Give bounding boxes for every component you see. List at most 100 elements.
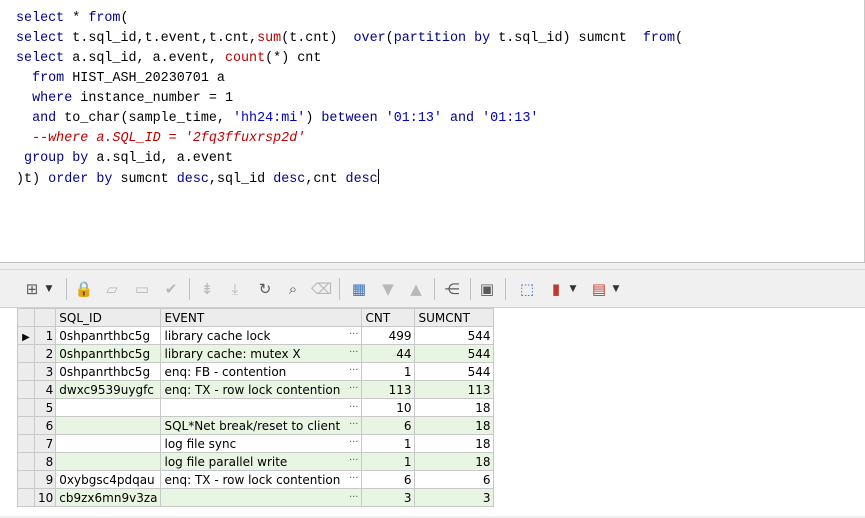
cell-sql-id[interactable]: dwxc9539uygfc bbox=[55, 380, 162, 399]
cell-sumcnt[interactable]: 18 bbox=[414, 434, 495, 453]
cell-event[interactable]: ··· library cache: mutex X bbox=[160, 344, 363, 363]
cell-event[interactable]: ··· library cache lock bbox=[160, 326, 363, 345]
cell-event[interactable]: ··· enq: FB - contention bbox=[160, 362, 363, 381]
chevron-down-icon[interactable]: ▼ bbox=[568, 279, 578, 299]
column-header-cnt[interactable]: CNT bbox=[361, 308, 416, 327]
insert-record-icon[interactable]: ▱ bbox=[102, 279, 122, 299]
cell-sumcnt[interactable]: 18 bbox=[414, 452, 495, 471]
fetch-next-icon[interactable]: ⇟ bbox=[197, 279, 217, 299]
cell-editor-button[interactable]: ··· bbox=[349, 419, 359, 430]
cell-editor-button[interactable]: ··· bbox=[349, 455, 359, 466]
cell-sql-id[interactable] bbox=[55, 452, 162, 471]
refresh-icon[interactable]: ↻ bbox=[255, 279, 275, 299]
cell-cnt[interactable]: 1 bbox=[361, 362, 416, 381]
sql-editor[interactable]: select * from(select t.sql_id,t.event,t.… bbox=[0, 0, 865, 262]
cell-cnt[interactable]: 44 bbox=[361, 344, 416, 363]
code-token: t.sql_id) sumcnt bbox=[490, 31, 643, 46]
clear-icon[interactable]: ⌫ bbox=[311, 279, 332, 299]
table-row[interactable]: ▶ 1 0shpanrthbc5g ··· library cache lock 499 5… bbox=[17, 326, 495, 345]
row-indicator[interactable] bbox=[17, 362, 35, 381]
cell-sumcnt[interactable]: 544 bbox=[414, 326, 495, 345]
cell-event[interactable]: ··· log file sync bbox=[160, 434, 363, 453]
cell-sumcnt[interactable]: 3 bbox=[414, 488, 495, 507]
column-header-sql-id[interactable]: SQL_ID bbox=[55, 308, 162, 327]
post-changes-icon[interactable]: ✔ bbox=[161, 279, 181, 299]
cell-editor-button[interactable]: ··· bbox=[349, 365, 359, 376]
cell-sumcnt[interactable]: 544 bbox=[414, 362, 495, 381]
cell-cnt[interactable]: 6 bbox=[361, 470, 416, 489]
cell-sumcnt[interactable]: 18 bbox=[414, 416, 495, 435]
cell-event[interactable]: ··· bbox=[160, 398, 363, 417]
sql-code[interactable]: select * from(select t.sql_id,t.event,t.… bbox=[16, 9, 683, 189]
export-icon[interactable]: ⬚ bbox=[517, 279, 537, 299]
fetch-last-icon[interactable]: ⤓ bbox=[225, 279, 245, 299]
cell-event[interactable]: ··· bbox=[160, 488, 363, 507]
row-indicator[interactable]: ▶ bbox=[17, 326, 35, 345]
cell-sql-id[interactable]: 0shpanrthbc5g bbox=[55, 326, 162, 345]
cell-cnt[interactable]: 10 bbox=[361, 398, 416, 417]
cell-editor-button[interactable]: ··· bbox=[349, 492, 359, 503]
row-indicator[interactable] bbox=[17, 470, 35, 489]
cell-event[interactable]: ··· enq: TX - row lock contention bbox=[160, 380, 363, 399]
row-indicator[interactable] bbox=[17, 452, 35, 471]
table-view-icon[interactable]: ▤ bbox=[589, 279, 609, 299]
row-indicator[interactable] bbox=[17, 416, 35, 435]
cell-editor-button[interactable]: ··· bbox=[349, 402, 359, 413]
row-indicator[interactable] bbox=[17, 398, 35, 417]
grid-options-icon[interactable]: ⊞ bbox=[22, 279, 42, 299]
cell-cnt[interactable]: 6 bbox=[361, 416, 416, 435]
cell-event[interactable]: ··· enq: TX - row lock contention bbox=[160, 470, 363, 489]
row-indicator[interactable] bbox=[17, 344, 35, 363]
delete-record-icon[interactable]: ▭ bbox=[132, 279, 152, 299]
cell-sql-id[interactable]: 0xybgsc4pdqau bbox=[55, 470, 162, 489]
cell-sql-id[interactable]: 0shpanrthbc5g bbox=[55, 362, 162, 381]
save-icon[interactable]: ▣ bbox=[477, 279, 497, 299]
cell-sumcnt[interactable]: 544 bbox=[414, 344, 495, 363]
splitter[interactable] bbox=[0, 262, 865, 270]
column-header-event[interactable]: EVENT bbox=[160, 308, 363, 327]
cell-cnt[interactable]: 3 bbox=[361, 488, 416, 507]
sort-icon[interactable]: ▲ bbox=[406, 279, 426, 299]
cell-editor-button[interactable]: ··· bbox=[349, 347, 359, 358]
find-icon[interactable]: ⌕ bbox=[283, 279, 303, 299]
connect-icon[interactable]: ⋲ bbox=[442, 279, 462, 299]
table-row[interactable]: 4 dwxc9539uygfc ··· enq: TX - row lock cont… bbox=[17, 380, 495, 399]
cell-cnt[interactable]: 1 bbox=[361, 434, 416, 453]
table-row[interactable]: 2 0shpanrthbc5g ··· library cache: mutex X 4… bbox=[17, 344, 495, 363]
table-row[interactable]: 6 ··· SQL*Net break/reset to client 6 18 bbox=[17, 416, 495, 435]
row-indicator[interactable] bbox=[17, 488, 35, 507]
query-by-example-icon[interactable]: ▦ bbox=[349, 279, 369, 299]
chevron-down-icon[interactable]: ▼ bbox=[611, 279, 621, 299]
table-row[interactable]: 8 ··· log file parallel write 1 18 bbox=[17, 452, 495, 471]
table-row[interactable]: 3 0shpanrthbc5g ··· enq: FB - contention 1 54… bbox=[17, 362, 495, 381]
table-row[interactable]: 10 cb9zx6mn9v3za ··· 3 3 bbox=[17, 488, 495, 507]
cell-sql-id[interactable]: cb9zx6mn9v3za bbox=[55, 488, 162, 507]
table-row[interactable]: 9 0xybgsc4pdqau ··· enq: TX - row lock cont… bbox=[17, 470, 495, 489]
column-header-sumcnt[interactable]: SUMCNT bbox=[414, 308, 495, 327]
cell-event-text: log file sync bbox=[164, 436, 237, 451]
lock-icon[interactable]: 🔒 bbox=[74, 279, 94, 299]
cell-sumcnt[interactable]: 113 bbox=[414, 380, 495, 399]
row-indicator[interactable] bbox=[17, 434, 35, 453]
chevron-down-icon[interactable]: ▼ bbox=[44, 279, 54, 299]
cell-sql-id[interactable] bbox=[55, 434, 162, 453]
filter-icon[interactable]: ▼ bbox=[378, 279, 398, 299]
cell-event[interactable]: ··· log file parallel write bbox=[160, 452, 363, 471]
cell-sumcnt[interactable]: 6 bbox=[414, 470, 495, 489]
table-row[interactable]: 5 ··· 10 18 bbox=[17, 398, 495, 417]
cell-sumcnt[interactable]: 18 bbox=[414, 398, 495, 417]
cell-cnt[interactable]: 499 bbox=[361, 326, 416, 345]
cell-editor-button[interactable]: ··· bbox=[349, 383, 359, 394]
table-row[interactable]: 7 ··· log file sync 1 18 bbox=[17, 434, 495, 453]
row-indicator[interactable] bbox=[17, 380, 35, 399]
cell-editor-button[interactable]: ··· bbox=[349, 473, 359, 484]
cell-event[interactable]: ··· SQL*Net break/reset to client bbox=[160, 416, 363, 435]
cell-editor-button[interactable]: ··· bbox=[349, 329, 359, 340]
cell-sql-id[interactable] bbox=[55, 416, 162, 435]
cell-editor-button[interactable]: ··· bbox=[349, 437, 359, 448]
cell-cnt[interactable]: 1 bbox=[361, 452, 416, 471]
cell-sql-id[interactable] bbox=[55, 398, 162, 417]
cell-cnt[interactable]: 113 bbox=[361, 380, 416, 399]
cell-sql-id[interactable]: 0shpanrthbc5g bbox=[55, 344, 162, 363]
chart-icon[interactable]: ▮ bbox=[546, 279, 566, 299]
